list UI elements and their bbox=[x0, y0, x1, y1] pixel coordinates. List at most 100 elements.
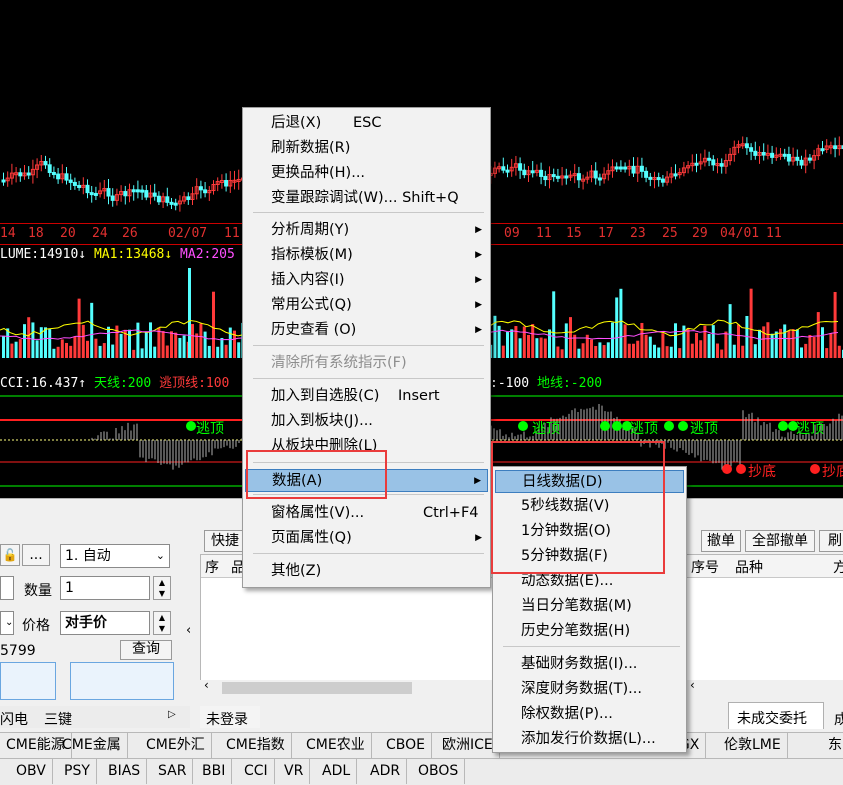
market-tab[interactable]: 东 bbox=[822, 733, 843, 758]
quick-button[interactable]: 快捷 bbox=[204, 530, 246, 552]
context-menu-item[interactable]: 其他(Z) bbox=[245, 560, 488, 583]
volume-bar bbox=[23, 324, 26, 358]
sell-button[interactable] bbox=[70, 662, 174, 700]
date-label: 26 bbox=[122, 226, 138, 241]
context-menu-item[interactable]: 刷新数据(R) bbox=[245, 137, 488, 160]
context-menu-item[interactable]: 窗格属性(V)... Ctrl+F4 bbox=[245, 502, 488, 525]
indicator-tab[interactable]: CCI bbox=[238, 759, 275, 784]
indicator-tab[interactable]: ADR bbox=[364, 759, 408, 784]
qty-input[interactable]: 1 bbox=[60, 576, 150, 600]
refresh-button[interactable]: 刷 bbox=[819, 530, 843, 552]
tab-flash[interactable]: 闪电 bbox=[0, 709, 28, 729]
qty-left-box[interactable] bbox=[0, 576, 14, 600]
menu-item-label: 页面属性(Q) bbox=[271, 530, 352, 546]
market-tab[interactable]: CME金属 bbox=[56, 733, 128, 758]
candle-body bbox=[564, 175, 569, 179]
candle-body bbox=[711, 159, 716, 166]
market-tab[interactable]: CME农业 bbox=[300, 733, 372, 758]
context-menu-item[interactable]: 页面属性(Q) ▶ bbox=[245, 527, 488, 550]
volume-bar bbox=[220, 337, 224, 358]
indicator-tab[interactable]: BBI bbox=[196, 759, 233, 784]
submenu-item[interactable]: 除权数据(P)... bbox=[495, 703, 684, 726]
submenu-item[interactable]: 基础财务数据(I)... bbox=[495, 653, 684, 676]
signal-dot-red bbox=[810, 464, 820, 474]
more-button[interactable]: ... bbox=[22, 544, 50, 566]
cancel-all-button[interactable]: 全部撤单 bbox=[745, 530, 815, 552]
candle-body bbox=[807, 157, 812, 161]
tab-right-cut[interactable]: 成 bbox=[834, 709, 843, 729]
scroll-left-icon[interactable]: ‹ bbox=[204, 678, 209, 692]
volume-bar bbox=[94, 338, 98, 358]
market-tab[interactable]: CME外汇 bbox=[140, 733, 212, 758]
tab-three-key[interactable]: 三键 bbox=[44, 709, 72, 729]
price-input[interactable]: 对手价 bbox=[60, 611, 150, 635]
candle-body bbox=[782, 153, 787, 157]
indicator-tab[interactable]: OBV bbox=[10, 759, 53, 784]
volume-bar bbox=[825, 348, 829, 358]
market-tab[interactable]: CME指数 bbox=[220, 733, 292, 758]
price-stepper[interactable]: ▲ ▼ bbox=[153, 611, 171, 635]
candle-body bbox=[140, 189, 145, 193]
indicator-tab[interactable]: VR bbox=[278, 759, 311, 784]
scroll-left-icon[interactable]: ‹ bbox=[690, 678, 695, 692]
context-menu-item[interactable]: 变量跟踪调试(W)... Shift+Q bbox=[245, 187, 488, 210]
tab-unfilled[interactable]: 未成交委托 bbox=[728, 702, 824, 729]
candle-body bbox=[51, 172, 56, 176]
indicator-tab[interactable]: BIAS bbox=[102, 759, 148, 784]
context-menu-item[interactable]: 历史查看 (O) ▶ bbox=[245, 319, 488, 342]
volume-bar bbox=[182, 335, 186, 358]
submenu-item[interactable]: 历史分笔数据(H) bbox=[495, 620, 684, 643]
candle-body bbox=[131, 189, 136, 193]
volume-bar bbox=[149, 322, 152, 358]
volume-bar bbox=[795, 329, 799, 358]
buy-button[interactable] bbox=[0, 662, 56, 700]
candle-body bbox=[144, 190, 149, 198]
scroll-thumb[interactable] bbox=[222, 682, 412, 694]
h-scrollbar-right[interactable]: ‹ bbox=[686, 678, 843, 696]
col-seq: 序 bbox=[205, 560, 219, 576]
context-menu-item[interactable]: 指标模板(M) ▶ bbox=[245, 244, 488, 267]
candle-body bbox=[186, 196, 191, 200]
qty-stepper[interactable]: ▲ ▼ bbox=[153, 576, 171, 600]
cancel-button[interactable]: 撤单 bbox=[701, 530, 741, 552]
submenu-arrow-icon: ▶ bbox=[475, 275, 482, 285]
market-tab-bar: CME能源CME金属CME外汇CME指数CME农业CBOE欧洲ICE坡SGX伦敦… bbox=[0, 732, 843, 759]
indicator-tab[interactable]: ADL bbox=[316, 759, 358, 784]
volume-bar bbox=[48, 329, 52, 358]
lock-icon: 🔓 bbox=[2, 548, 18, 562]
context-menu-item[interactable]: 更换品种(H)... bbox=[245, 162, 488, 185]
market-tab[interactable]: 欧洲ICE bbox=[436, 733, 500, 758]
mode-select[interactable]: 1. 自动 ⌄ bbox=[60, 544, 170, 568]
submenu-item[interactable]: 深度财务数据(T)... bbox=[495, 678, 684, 701]
indicator-tab[interactable]: PSY bbox=[58, 759, 97, 784]
volume-bar bbox=[170, 331, 173, 358]
context-menu-item[interactable]: 后退(X) ESC bbox=[245, 112, 488, 135]
volume-bar bbox=[770, 333, 774, 358]
signal-dot bbox=[612, 421, 622, 431]
date-label: 29 bbox=[692, 226, 708, 241]
context-menu-item[interactable]: 插入内容(I) ▶ bbox=[245, 269, 488, 292]
context-menu-item[interactable]: 常用公式(Q) ▶ bbox=[245, 294, 488, 317]
context-menu-item[interactable]: 加入到板块(J)... bbox=[245, 410, 488, 433]
submenu-item[interactable]: 添加发行价数据(L)... bbox=[495, 728, 684, 751]
market-tab[interactable]: CBOE bbox=[380, 733, 432, 758]
candle-body bbox=[820, 148, 825, 152]
collapse-left-icon[interactable]: ‹ bbox=[186, 623, 191, 638]
indicator-tab[interactable]: OBOS bbox=[412, 759, 466, 784]
submenu-item[interactable]: 当日分笔数据(M) bbox=[495, 595, 684, 618]
working-orders-list[interactable]: 序号 品种 方 bbox=[686, 554, 843, 696]
volume-bar bbox=[783, 324, 787, 358]
lock-button[interactable]: 🔓 bbox=[0, 544, 20, 566]
candle-body bbox=[673, 173, 678, 177]
menu-item-label: 指标模板(M) bbox=[271, 247, 353, 263]
context-menu-item[interactable]: 加入到自选股(C) Insert bbox=[245, 385, 488, 408]
market-tab[interactable]: 伦敦LME bbox=[718, 733, 788, 758]
indicator-tab[interactable]: SAR bbox=[152, 759, 194, 784]
query-button[interactable]: 查询 bbox=[120, 640, 172, 660]
volume-bar bbox=[60, 339, 64, 358]
tab-scroll-right-icon[interactable]: ▷ bbox=[168, 709, 176, 720]
volume-bar bbox=[703, 325, 707, 358]
price-mode-box[interactable]: ⌄ bbox=[0, 611, 14, 635]
context-menu-item[interactable]: 分析周期(Y) ▶ bbox=[245, 219, 488, 242]
candle-body bbox=[156, 195, 161, 203]
